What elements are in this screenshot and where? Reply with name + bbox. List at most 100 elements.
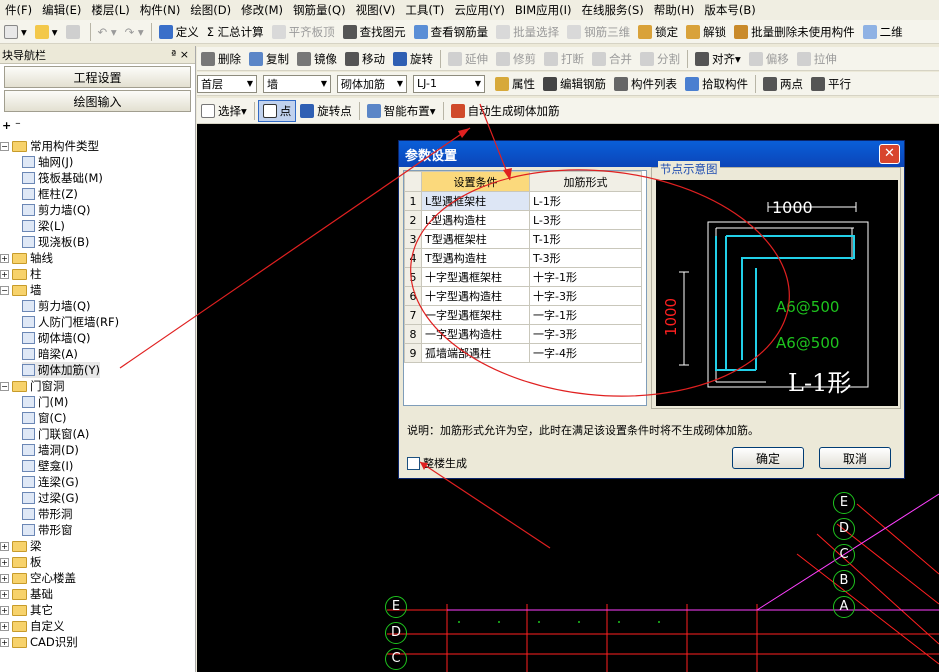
- menu-item[interactable]: 钢筋量(Q): [288, 2, 351, 18]
- expand-icon[interactable]: +: [0, 253, 9, 263]
- expand-icon[interactable]: +: [0, 573, 9, 583]
- menu-item[interactable]: 视图(V): [351, 2, 401, 18]
- mirror-button[interactable]: 镜像: [293, 48, 341, 70]
- tree-item[interactable]: 筏板基础(M): [22, 170, 103, 186]
- trim-button[interactable]: 修剪: [492, 48, 540, 70]
- tree-folder[interactable]: + 梁: [0, 538, 42, 554]
- rotate-point-button[interactable]: 旋转点: [296, 100, 356, 122]
- form-cell[interactable]: 十字-3形: [529, 286, 642, 306]
- tree-item[interactable]: 梁(L): [22, 218, 65, 234]
- cancel-button[interactable]: 取消: [819, 447, 891, 469]
- element-select[interactable]: LJ-1 ▼: [413, 74, 485, 93]
- tree-item[interactable]: 带形窗: [22, 522, 73, 538]
- tree-item[interactable]: 过梁(G): [22, 490, 79, 506]
- expand-icon[interactable]: +: [0, 637, 9, 647]
- table-row[interactable]: 9 孤墙端部遇柱 一字-4形: [404, 343, 642, 363]
- rotate-button[interactable]: 旋转: [389, 48, 437, 70]
- edit-rebar-button[interactable]: 编辑钢筋: [539, 73, 610, 95]
- tree-item[interactable]: 人防门框墙(RF): [22, 314, 119, 330]
- align-button[interactable]: 对齐 ▾: [691, 48, 745, 70]
- offset-button[interactable]: 偏移: [745, 48, 793, 70]
- delete-button[interactable]: 删除: [197, 48, 245, 70]
- form-cell[interactable]: 一字-3形: [529, 324, 642, 344]
- type-select[interactable]: 墙 ▼: [263, 74, 331, 93]
- form-cell[interactable]: T-1形: [529, 229, 642, 249]
- condition-cell[interactable]: 一字型遇构造柱: [421, 324, 530, 344]
- expand-icon[interactable]: +: [0, 605, 9, 615]
- tree-item[interactable]: 带形洞: [22, 506, 73, 522]
- expand-collapse-icon[interactable]: + ⁻: [0, 112, 195, 138]
- form-cell[interactable]: L-1形: [529, 191, 642, 211]
- two-d-button[interactable]: 二维: [859, 21, 907, 43]
- parallel-button[interactable]: 平行: [807, 73, 855, 95]
- tree-item[interactable]: 剪力墙(Q): [22, 298, 91, 314]
- menu-item[interactable]: 云应用(Y): [449, 2, 510, 18]
- whole-building-checkbox[interactable]: [407, 456, 420, 470]
- condition-cell[interactable]: 十字型遇构造柱: [421, 286, 530, 306]
- save-button[interactable]: [62, 21, 87, 43]
- tree-item[interactable]: 现浇板(B): [22, 234, 89, 250]
- table-row[interactable]: 3 T型遇框架柱 T-1形: [404, 229, 642, 249]
- expand-icon[interactable]: +: [0, 589, 9, 599]
- define-button[interactable]: 定义: [155, 21, 203, 43]
- two-point-button[interactable]: 两点: [759, 73, 807, 95]
- tree-item[interactable]: 剪力墙(Q): [22, 202, 91, 218]
- table-row[interactable]: 6 十字型遇构造柱 十字-3形: [404, 286, 642, 306]
- tree-item[interactable]: 壁龛(I): [22, 458, 73, 474]
- table-row[interactable]: 2 L型遇构造柱 L-3形: [404, 210, 642, 230]
- tree-folder[interactable]: + 自定义: [0, 618, 65, 634]
- properties-button[interactable]: 属性: [491, 73, 539, 95]
- close-icon[interactable]: ✕: [879, 144, 900, 164]
- menu-item[interactable]: 楼层(L): [86, 2, 134, 18]
- tree-item[interactable]: 窗(C): [22, 410, 67, 426]
- form-cell[interactable]: 十字-1形: [529, 267, 642, 287]
- tree-folder[interactable]: − 门窗洞: [0, 378, 65, 394]
- tree-folder[interactable]: + CAD识别: [0, 634, 78, 650]
- collapse-icon[interactable]: −: [0, 141, 9, 151]
- unlock-button[interactable]: 解锁: [682, 21, 730, 43]
- condition-cell[interactable]: T型遇构造柱: [421, 248, 530, 268]
- expand-icon[interactable]: +: [0, 557, 9, 567]
- tree-folder[interactable]: + 基础: [0, 586, 53, 602]
- condition-cell[interactable]: 孤墙端部遇柱: [421, 343, 530, 363]
- lock-button[interactable]: 锁定: [634, 21, 682, 43]
- open-file-button[interactable]: ▾: [31, 21, 62, 43]
- menu-item[interactable]: 绘图(D): [185, 2, 236, 18]
- tree-folder[interactable]: + 空心楼盖: [0, 570, 76, 586]
- table-row[interactable]: 4 T型遇构造柱 T-3形: [404, 248, 642, 268]
- form-cell[interactable]: 一字-4形: [529, 343, 642, 363]
- extend-button[interactable]: 延伸: [444, 48, 492, 70]
- floor-select[interactable]: 首层 ▼: [197, 74, 257, 93]
- table-row[interactable]: 5 十字型遇框架柱 十字-1形: [404, 267, 642, 287]
- copy-button[interactable]: 复制: [245, 48, 293, 70]
- redo-button[interactable]: ↷ ▾: [121, 21, 148, 43]
- form-cell[interactable]: 一字-1形: [529, 305, 642, 325]
- sum-calc-button[interactable]: Σ 汇总计算: [203, 21, 268, 43]
- tree-item[interactable]: 门(M): [22, 394, 68, 410]
- nav-pin-close[interactable]: ª ×: [171, 48, 195, 61]
- select-button[interactable]: 选择 ▾: [197, 100, 251, 122]
- form-cell[interactable]: L-3形: [529, 210, 642, 230]
- condition-cell[interactable]: L型遇构造柱: [421, 210, 530, 230]
- menu-item[interactable]: 件(F): [0, 2, 37, 18]
- tree-item[interactable]: 门联窗(A): [22, 426, 89, 442]
- project-settings-button[interactable]: 工程设置: [4, 66, 191, 88]
- expand-icon[interactable]: +: [0, 269, 9, 279]
- menu-item[interactable]: 构件(N): [135, 2, 186, 18]
- tree-folder[interactable]: + 其它: [0, 602, 53, 618]
- tree-item[interactable]: 砌体加筋(Y): [22, 362, 100, 378]
- condition-cell[interactable]: 一字型遇框架柱: [421, 305, 530, 325]
- move-button[interactable]: 移动: [341, 48, 389, 70]
- collapse-icon[interactable]: −: [0, 381, 9, 391]
- whole-building-option[interactable]: 整楼生成: [407, 455, 467, 471]
- smart-layout-button[interactable]: 智能布置 ▾: [363, 100, 440, 122]
- tree-item[interactable]: 框柱(Z): [22, 186, 78, 202]
- break-button[interactable]: 打断: [540, 48, 588, 70]
- batch-delete-button[interactable]: 批量删除未使用构件: [730, 21, 859, 43]
- tree-item[interactable]: 连梁(G): [22, 474, 79, 490]
- tree-item[interactable]: 墙洞(D): [22, 442, 79, 458]
- new-file-button[interactable]: ▾: [0, 21, 31, 43]
- tree-folder[interactable]: + 轴线: [0, 250, 53, 266]
- menu-item[interactable]: 在线服务(S): [577, 2, 649, 18]
- draw-input-button[interactable]: 绘图输入: [4, 90, 191, 112]
